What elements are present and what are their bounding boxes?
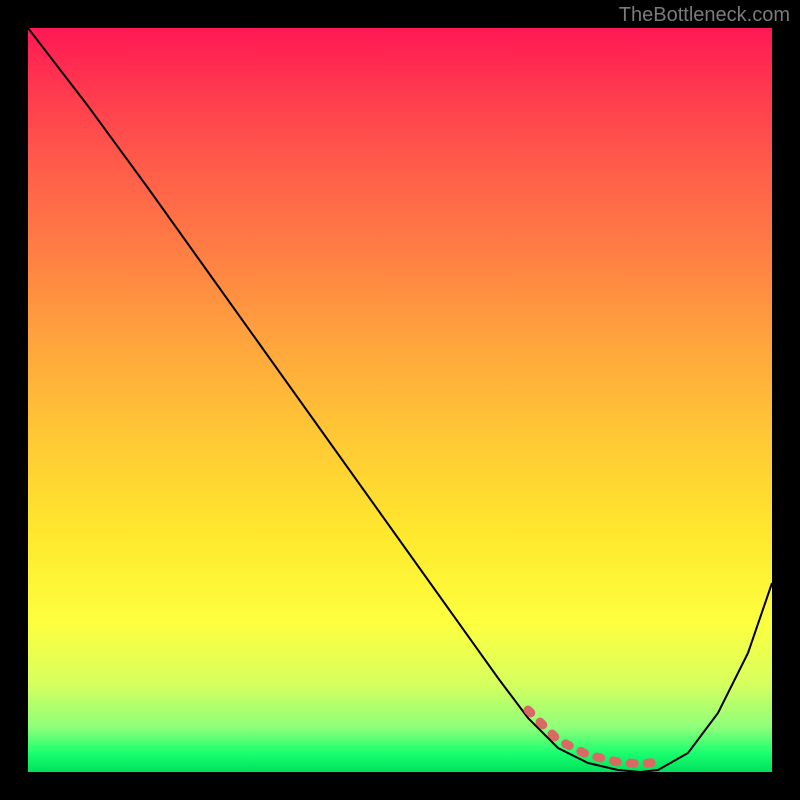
plot-area	[28, 28, 772, 772]
chart-svg	[28, 28, 772, 772]
watermark-text: TheBottleneck.com	[619, 4, 790, 27]
bottleneck-curve	[28, 28, 772, 772]
